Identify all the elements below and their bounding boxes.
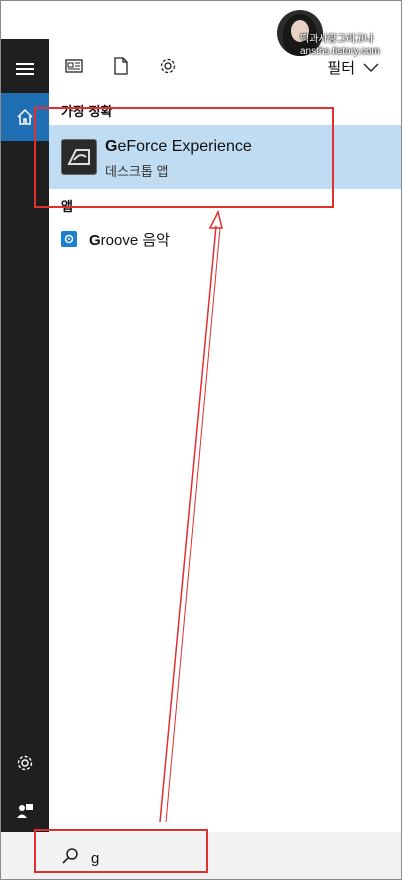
annotation-arrow: [159, 209, 223, 823]
